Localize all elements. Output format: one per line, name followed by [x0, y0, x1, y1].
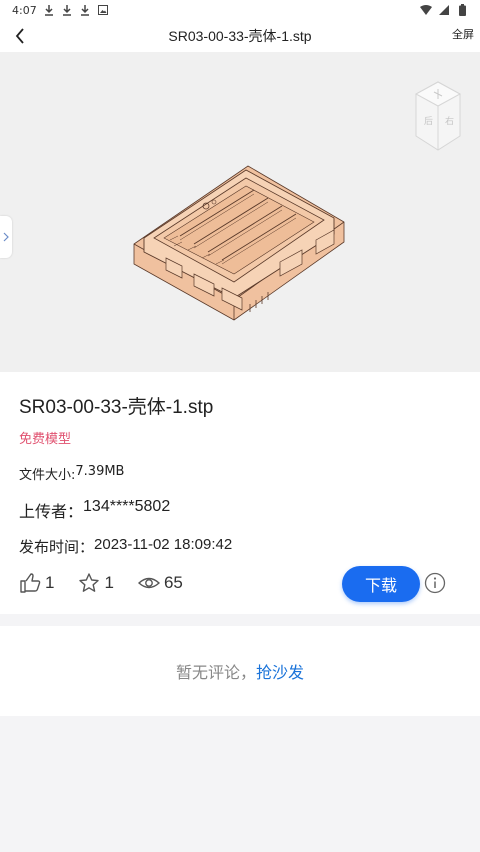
star-icon[interactable]	[78, 572, 100, 594]
image-icon	[97, 4, 109, 16]
side-panel-toggle[interactable]	[0, 216, 12, 258]
fullscreen-button[interactable]: 全屏	[452, 26, 474, 42]
free-model-tag: 免费模型	[19, 432, 72, 447]
header: SR03-00-33-壳体-1.stp 全屏	[0, 20, 480, 52]
views-stat: 65	[137, 572, 183, 594]
file-name: SR03-00-33-壳体-1.stp	[19, 397, 214, 418]
back-arrow-icon[interactable]	[14, 28, 26, 44]
thumbs-up-icon[interactable]	[19, 572, 41, 594]
publish-time-label: 发布时间：	[19, 539, 95, 556]
chevron-right-icon[interactable]	[3, 232, 9, 242]
status-bar: 4:07	[0, 0, 480, 20]
info-icon[interactable]	[424, 572, 446, 594]
comments-section: 暂无评论， 抢沙发	[0, 626, 480, 716]
publish-time: 发布时间： 2023-11-02 18:09:42	[19, 536, 232, 557]
wifi-icon	[420, 4, 432, 16]
svg-text:后: 后	[424, 116, 433, 127]
first-comment-link[interactable]: 抢沙发	[256, 659, 304, 683]
uploader-label: 上传者：	[19, 504, 84, 521]
housing-3d-model[interactable]	[130, 158, 350, 326]
status-right	[420, 4, 468, 16]
uploader-value: 134****5802	[83, 498, 171, 515]
publish-time-value: 2023-11-02 18:09:42	[94, 536, 233, 553]
file-info-panel: SR03-00-33-壳体-1.stp 免费模型 文件大小: 7.39MB 上传…	[0, 372, 480, 614]
status-time: 4:07	[12, 3, 37, 17]
uploader: 上传者： 134****5802	[19, 498, 170, 522]
download-icon	[79, 4, 91, 16]
info-button[interactable]	[424, 572, 446, 594]
status-left: 4:07	[12, 4, 109, 17]
file-size: 文件大小: 7.39MB	[19, 464, 124, 483]
signal-icon	[438, 4, 450, 16]
like-button[interactable]: 1	[19, 572, 54, 594]
stats-row: 1 1 65	[19, 572, 207, 594]
back-button[interactable]	[8, 24, 32, 48]
view-cube[interactable]: 后 右	[412, 80, 464, 152]
no-comments-text: 暂无评论，	[175, 663, 256, 682]
file-size-value: 7.39MB	[75, 464, 125, 479]
download-icon	[61, 4, 73, 16]
battery-icon	[456, 4, 468, 16]
download-icon	[43, 4, 55, 16]
download-button[interactable]: 下载	[342, 566, 420, 602]
view-count: 65	[163, 573, 183, 592]
model-viewer[interactable]: 后 右	[0, 52, 480, 372]
file-size-label: 文件大小:	[19, 468, 76, 483]
favorite-count: 1	[104, 573, 114, 592]
svg-text:右: 右	[445, 115, 454, 127]
like-count: 1	[45, 573, 55, 592]
eye-icon	[137, 577, 160, 589]
favorite-button[interactable]: 1	[78, 572, 114, 594]
page-title: SR03-00-33-壳体-1.stp	[168, 28, 312, 44]
